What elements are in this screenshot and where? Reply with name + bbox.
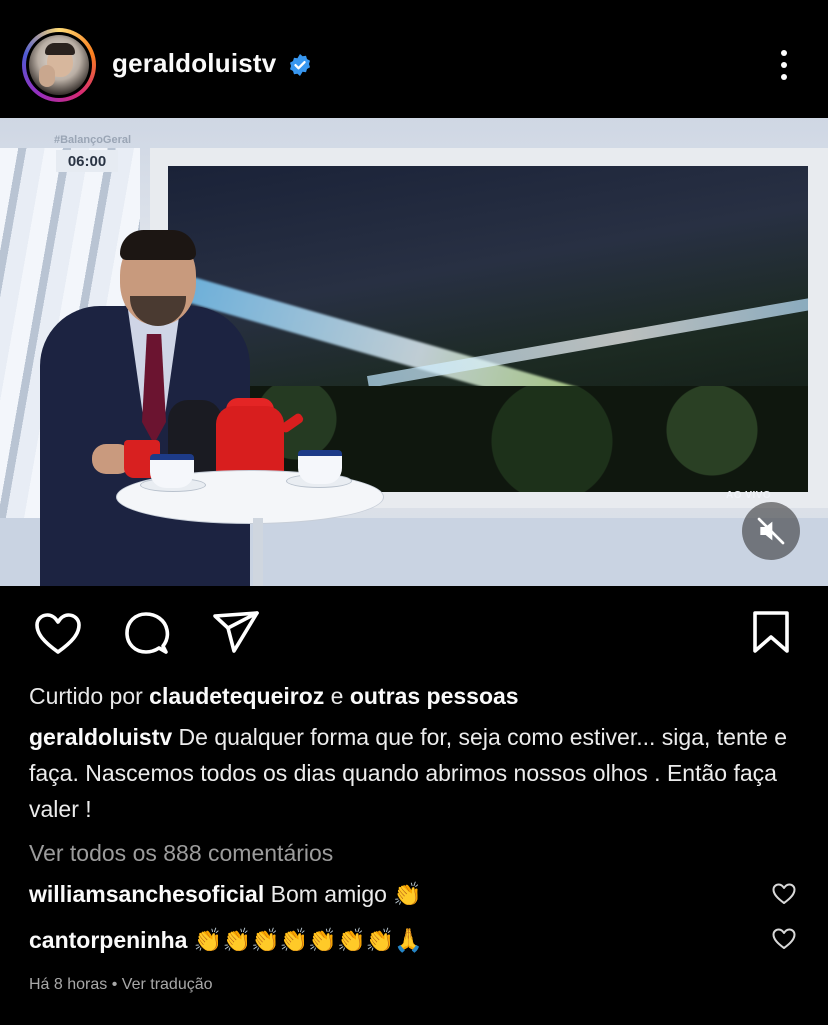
comment-like-heart-icon[interactable] bbox=[772, 928, 796, 950]
mute-button[interactable] bbox=[742, 502, 800, 560]
comment-username[interactable]: cantorpeninha bbox=[29, 927, 187, 953]
comment-item: cantorpeninha 👏👏👏👏👏👏👏🙏 bbox=[29, 927, 423, 954]
more-vertical-icon bbox=[781, 50, 787, 56]
avatar[interactable] bbox=[22, 28, 96, 102]
bookmark-icon[interactable] bbox=[752, 610, 790, 654]
meta-separator: • bbox=[111, 976, 118, 993]
comment-username[interactable]: williamsanchesoficial bbox=[29, 881, 264, 907]
more-options-button[interactable] bbox=[770, 44, 798, 86]
comment-item: williamsanchesoficial Bom amigo 👏 bbox=[29, 881, 422, 908]
clapping-hands-emoji: 👏 bbox=[393, 882, 422, 908]
post-timestamp: Há 8 horas bbox=[29, 976, 108, 993]
comment-like-heart-icon[interactable] bbox=[772, 883, 796, 905]
heart-icon[interactable] bbox=[34, 612, 82, 656]
teacup bbox=[150, 454, 194, 488]
verified-badge-icon bbox=[290, 54, 310, 76]
post-video[interactable]: #BalançoGeral 06:00 AO VIVO bbox=[0, 118, 828, 586]
liked-by-others[interactable]: outras pessoas bbox=[350, 683, 519, 709]
post-header: geraldoluistv bbox=[0, 0, 828, 118]
clapping-hands-emoji: 👏👏👏👏👏👏👏🙏 bbox=[193, 928, 423, 954]
liked-by-user[interactable]: claudetequeiroz bbox=[149, 683, 324, 709]
post-meta: Há 8 horas • Ver tradução bbox=[29, 976, 213, 994]
view-all-comments-link[interactable]: Ver todos os 888 comentários bbox=[29, 840, 333, 867]
caption-username[interactable]: geraldoluistv bbox=[29, 724, 172, 750]
comment-icon[interactable] bbox=[123, 610, 171, 658]
liked-by-line[interactable]: Curtido por claudetequeiroz e outras pes… bbox=[29, 683, 519, 710]
live-label: AO VIVO bbox=[726, 490, 772, 501]
see-translation-link[interactable]: Ver tradução bbox=[122, 976, 213, 993]
post-caption: geraldoluistv De qualquer forma que for,… bbox=[29, 719, 789, 827]
tv-clock: 06:00 bbox=[56, 150, 118, 172]
volume-muted-icon bbox=[757, 517, 785, 545]
tv-program-logo: #BalançoGeral bbox=[54, 134, 132, 146]
post-username[interactable]: geraldoluistv bbox=[112, 48, 276, 79]
liked-by-label: Curtido por bbox=[29, 683, 143, 709]
comment-text: Bom amigo bbox=[270, 881, 387, 907]
liked-by-connector: e bbox=[330, 683, 344, 709]
action-bar bbox=[0, 586, 828, 676]
share-icon[interactable] bbox=[212, 610, 260, 656]
teacup bbox=[298, 450, 342, 484]
